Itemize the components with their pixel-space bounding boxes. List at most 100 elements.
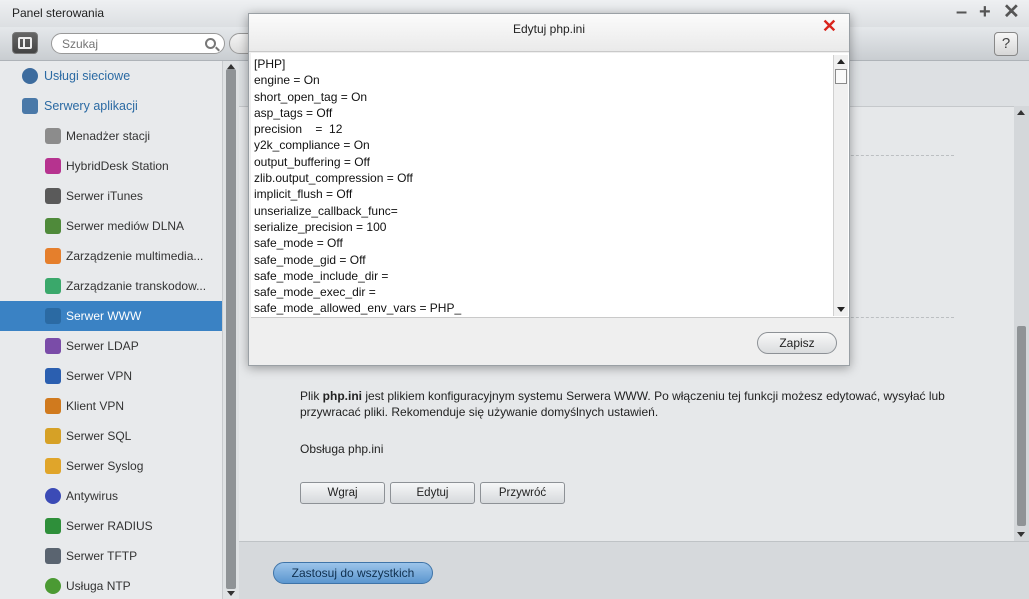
tftp-icon [45, 548, 61, 564]
editor-line[interactable]: safe_mode_gid = Off [254, 252, 829, 268]
scroll-down-icon[interactable] [1017, 532, 1025, 537]
sidebar-toggle-button[interactable] [12, 32, 38, 54]
editor-line[interactable]: unserialize_callback_func= [254, 203, 829, 219]
station-icon [45, 128, 61, 144]
sidebar-item-label: Zarządzanie transkodow... [66, 279, 207, 293]
server-icon [22, 98, 38, 114]
sidebar-scroll-thumb[interactable] [226, 69, 236, 589]
sidebar-item-label: Zarządzenie multimedia... [66, 249, 204, 263]
editor-line[interactable]: y2k_compliance = On [254, 137, 829, 153]
minimize-icon[interactable]: – [956, 2, 967, 22]
sidebar-item-label: Serwer RADIUS [66, 519, 153, 533]
sidebar-item-8[interactable]: Serwer WWW [0, 301, 222, 331]
transcode-icon [45, 278, 61, 294]
editor-line[interactable]: engine = On [254, 72, 829, 88]
ldap-icon [45, 338, 61, 354]
dlna-icon [45, 218, 61, 234]
sidebar-item-label: Serwer LDAP [66, 339, 139, 353]
editor-line[interactable]: safe_mode_allowed_env_vars = PHP_ [254, 300, 829, 316]
sidebar-item-12[interactable]: Serwer SQL [0, 421, 222, 451]
sidebar-item-label: Serwer VPN [66, 369, 133, 383]
sidebar-item-label: Menadżer stacji [66, 129, 151, 143]
sidebar-item-label: Serwer iTunes [66, 189, 143, 203]
editor-line[interactable]: asp_tags = Off [254, 105, 829, 121]
sidebar-toggle-icon [18, 37, 32, 49]
sidebar-item-11[interactable]: Klient VPN [0, 391, 222, 421]
sidebar-item-label: Serwer TFTP [66, 549, 138, 563]
editor-scroll-thumb[interactable] [835, 69, 847, 84]
scroll-up-icon[interactable] [1017, 110, 1025, 115]
sidebar-item-label: Serwer SQL [66, 429, 132, 443]
sidebar-item-10[interactable]: Serwer VPN [0, 361, 222, 391]
main-scroll-thumb[interactable] [1017, 326, 1026, 526]
sidebar-item-16[interactable]: Serwer TFTP [0, 541, 222, 571]
editor-line[interactable]: output_buffering = Off [254, 154, 829, 170]
help-button[interactable]: ? [994, 32, 1018, 56]
sidebar-item-7[interactable]: Zarządzanie transkodow... [0, 271, 222, 301]
hd-icon [45, 158, 61, 174]
sidebar-item-label: Serwery aplikacji [44, 99, 138, 113]
close-window-icon[interactable]: ✕ [1003, 2, 1020, 22]
php-ini-description: Plik php.ini jest plikiem konfiguracyjny… [300, 389, 945, 419]
apply-all-button[interactable]: Zastosuj do wszystkich [273, 562, 433, 584]
restore-button[interactable]: Przywróć [480, 482, 565, 504]
editor-text[interactable]: [PHP] engine = On short_open_tag = On asp_t… [254, 56, 829, 317]
sidebar-item-label: Serwer mediów DLNA [66, 219, 185, 233]
sidebar-item-label: Antywirus [66, 489, 119, 503]
save-button[interactable]: Zapisz [757, 332, 837, 354]
www-icon [45, 308, 61, 324]
editor-line[interactable]: short_open_tag = On [254, 89, 829, 105]
php-ini-filename: php.ini [322, 389, 362, 403]
close-icon[interactable]: ✕ [822, 16, 837, 36]
footer-bar: Zastosuj do wszystkich [239, 541, 1029, 599]
window-title: Panel sterowania [12, 6, 105, 20]
sidebar-item-14[interactable]: Antywirus [0, 481, 222, 511]
scroll-down-icon[interactable] [837, 307, 845, 312]
editor-line[interactable]: safe_mode_include_dir = [254, 268, 829, 284]
sidebar-item-label: Serwer WWW [66, 309, 142, 323]
globe-icon [22, 68, 38, 84]
sidebar: Usługi sieciowe Serwery aplikacji Menadżer… [0, 61, 222, 599]
wifi-icon [45, 518, 61, 534]
sidebar-item-1[interactable]: Serwery aplikacji [0, 91, 222, 121]
search-input[interactable] [62, 36, 197, 52]
sidebar-item-9[interactable]: Serwer LDAP [0, 331, 222, 361]
dialog-title: Edytuj php.ini [249, 14, 849, 52]
sidebar-item-2[interactable]: Menadżer stacji [0, 121, 222, 151]
sidebar-item-13[interactable]: Serwer Syslog [0, 451, 222, 481]
lock-icon [45, 398, 61, 414]
scroll-up-icon[interactable] [837, 59, 845, 64]
search-box[interactable] [51, 33, 225, 54]
main-scrollbar[interactable] [1014, 106, 1029, 541]
editor-line[interactable]: implicit_flush = Off [254, 186, 829, 202]
sidebar-item-label: HybridDesk Station [66, 159, 169, 173]
editor-line[interactable]: [PHP] [254, 56, 829, 72]
sidebar-scrollbar[interactable] [222, 61, 239, 599]
sidebar-item-3[interactable]: HybridDesk Station [0, 151, 222, 181]
sidebar-item-label: Usługi sieciowe [44, 69, 131, 83]
sidebar-item-0[interactable]: Usługi sieciowe [0, 61, 222, 91]
php-ini-editor[interactable]: [PHP] engine = On short_open_tag = On asp_t… [251, 53, 849, 318]
sidebar-item-label: Usługa NTP [66, 579, 131, 593]
editor-scrollbar[interactable] [833, 55, 848, 316]
editor-line[interactable]: serialize_precision = 100 [254, 219, 829, 235]
sidebar-item-17[interactable]: Usługa NTP [0, 571, 222, 599]
sidebar-item-5[interactable]: Serwer mediów DLNA [0, 211, 222, 241]
scroll-down-icon[interactable] [227, 591, 235, 596]
clock-icon [45, 578, 61, 594]
sidebar-item-label: Serwer Syslog [66, 459, 144, 473]
editor-line[interactable]: safe_mode_exec_dir = [254, 284, 829, 300]
upload-button[interactable]: Wgraj [300, 482, 385, 504]
sidebar-item-4[interactable]: Serwer iTunes [0, 181, 222, 211]
php-ini-support-label: Obsługa php.ini [300, 442, 384, 456]
sidebar-item-label: Klient VPN [66, 399, 125, 413]
editor-line[interactable]: safe_mode = Off [254, 235, 829, 251]
editor-line[interactable]: zlib.output_compression = Off [254, 170, 829, 186]
sidebar-item-6[interactable]: Zarządzenie multimedia... [0, 241, 222, 271]
search-icon[interactable] [205, 38, 216, 49]
editor-line[interactable]: precision = 12 [254, 121, 829, 137]
edit-button[interactable]: Edytuj [390, 482, 475, 504]
maximize-icon[interactable]: + [979, 2, 991, 22]
sidebar-item-15[interactable]: Serwer RADIUS [0, 511, 222, 541]
mail-icon [45, 458, 61, 474]
